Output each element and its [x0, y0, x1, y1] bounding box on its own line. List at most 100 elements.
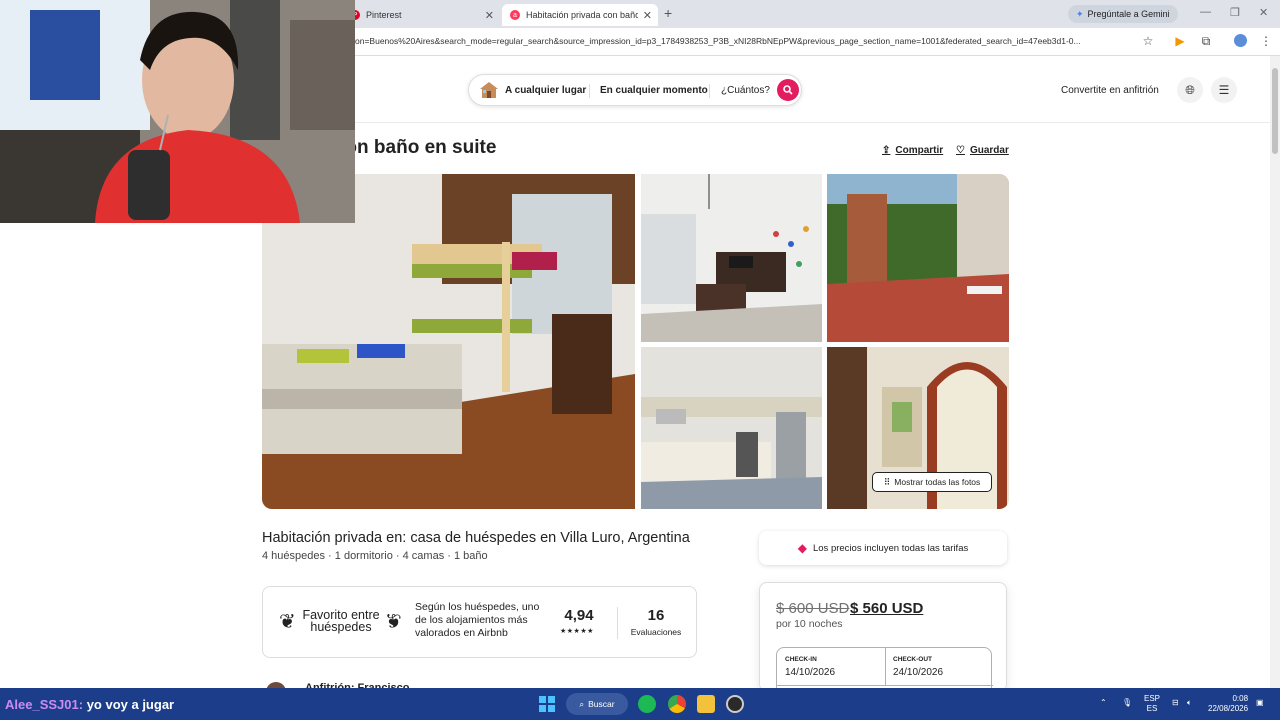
scroll-thumb[interactable] [1272, 68, 1278, 154]
network-icon[interactable]: ⊟ [1172, 698, 1179, 708]
obs-icon[interactable] [726, 695, 744, 713]
hamburger-menu-icon[interactable]: ☰ [1211, 77, 1237, 103]
tab-label: Pinterest [366, 10, 402, 20]
photo-patio[interactable] [827, 174, 1009, 342]
save-button[interactable]: ♡ Guardar [956, 145, 1009, 156]
house-icon [480, 82, 498, 98]
volume-icon[interactable]: 🔈︎ [1187, 698, 1192, 708]
divider [885, 648, 886, 685]
taskbar: Alee_SSJ01: yo voy a jugar ⌕ Buscar ⌃ 🎙︎… [0, 688, 1280, 720]
living-room-photo [641, 174, 822, 342]
guest-favorite-label: Favorito entre huéspedes [302, 608, 380, 634]
extensions-icon[interactable]: ⧉ [1198, 34, 1214, 50]
reviews-label[interactable]: Evaluaciones [629, 627, 683, 637]
share-icon: ⇪ [882, 145, 891, 156]
rating-stars: ★★★★★ [560, 628, 594, 635]
checkin-field[interactable]: CHECK-IN 14/10/2026 [785, 656, 835, 678]
listing-details: 4 huéspedes · 1 dormitorio · 4 camas · 1… [262, 550, 488, 562]
divider [709, 84, 710, 98]
menu-dots-icon[interactable]: ⋮ [1258, 34, 1274, 50]
lang-top: ESP [1144, 694, 1161, 703]
stream-chat-message: Alee_SSJ01: yo voy a jugar [5, 697, 174, 712]
clock-date: 22/08/2026 [1208, 704, 1249, 713]
patio-photo [827, 174, 1009, 342]
heart-icon: ♡ [956, 145, 965, 156]
search-when[interactable]: En cualquier momento [600, 85, 708, 96]
window-close-icon[interactable]: ✕ [1259, 6, 1268, 19]
chrome-icon[interactable] [668, 695, 686, 713]
per-nights: por 10 noches [776, 618, 843, 630]
date-picker[interactable]: CHECK-IN 14/10/2026 CHECK-OUT 24/10/2026 [776, 647, 993, 691]
divider [777, 685, 993, 686]
windows-start-icon[interactable] [538, 695, 556, 713]
tab-label: Habitación privada con baño en [526, 10, 638, 20]
profile-avatar[interactable] [1232, 34, 1248, 50]
webcam-overlay [0, 0, 355, 223]
file-explorer-icon[interactable] [697, 695, 715, 713]
new-price[interactable]: $ 560 USD [850, 600, 923, 617]
gemini-label: Pregúntale a Gemini [1087, 9, 1170, 19]
chat-username: Alee_SSJ01: [5, 697, 84, 712]
divider [617, 607, 618, 639]
divider [589, 84, 590, 98]
checkout-value: 24/10/2026 [893, 667, 944, 678]
guest-favorite-box: ❦ Favorito entre huéspedes ❦ Según los h… [262, 586, 697, 658]
listing-subtitle: Habitación privada en: casa de huéspedes… [262, 530, 690, 546]
taskbar-search-label: Buscar [588, 699, 615, 709]
photo-bedroom[interactable] [262, 174, 635, 509]
clock[interactable]: 0:08 22/08/2026 [1208, 694, 1248, 714]
photo-kitchen[interactable] [641, 347, 822, 509]
extension-play-icon[interactable]: ▶ [1172, 34, 1188, 50]
page-scrollbar[interactable] [1270, 56, 1280, 688]
laurel-left-icon: ❦ [279, 611, 296, 633]
search-icon: ⌕ [579, 698, 585, 709]
spotify-icon[interactable] [638, 695, 656, 713]
show-all-photos-button[interactable]: ⠿ Mostrar todas las fotos [872, 472, 992, 492]
reviews-count[interactable]: 16 [631, 607, 681, 624]
guest-favorite-description: Según los huéspedes, uno de los alojamie… [415, 601, 540, 639]
checkin-value: 14/10/2026 [785, 667, 836, 678]
share-button[interactable]: ⇪ Compartir [882, 145, 943, 156]
search-where[interactable]: A cualquier lugar [505, 85, 586, 96]
minimize-icon[interactable]: — [1200, 6, 1211, 18]
search-button[interactable] [777, 79, 799, 101]
close-icon[interactable]: ✕ [485, 9, 494, 22]
notification-icon[interactable]: ▣ [1256, 698, 1264, 708]
taskbar-search[interactable]: ⌕ Buscar [566, 693, 628, 715]
save-label: Guardar [969, 145, 1009, 156]
close-icon[interactable]: ✕ [643, 9, 652, 22]
new-tab-button[interactable]: + [664, 5, 672, 21]
search-icon [783, 85, 793, 95]
webcam-image [0, 0, 355, 223]
price-tag-icon: ◆ [797, 541, 807, 555]
checkout-field[interactable]: CHECK-OUT 24/10/2026 [893, 656, 943, 678]
old-price: $ 600 USD [776, 600, 850, 617]
share-label: Compartir [895, 145, 944, 156]
language-indicator[interactable]: ESP ES [1144, 694, 1160, 714]
price-note: ◆ Los precios incluyen todas las tarifas [759, 531, 1007, 565]
grid-icon: ⠿ [883, 476, 891, 487]
microphone-icon[interactable]: 🎙︎ [1122, 698, 1132, 708]
chevron-up-icon[interactable]: ⌃ [1100, 698, 1107, 708]
rating-value: 4,94 [564, 607, 594, 624]
laurel-right-icon: ❦ [385, 611, 402, 633]
checkout-label: CHECK-OUT [893, 656, 932, 663]
url-field[interactable]: on=Buenos%20Aires&search_mode=regular_se… [355, 36, 1135, 46]
tab-pinterest[interactable]: P Pinterest ✕ [342, 4, 500, 26]
chat-text: yo voy a jugar [86, 697, 175, 712]
airbnb-icon: a [510, 10, 520, 20]
gemini-button[interactable]: ✦ Pregúntale a Gemini [1068, 5, 1178, 23]
bookmark-star-icon[interactable]: ☆ [1140, 34, 1156, 50]
search-who[interactable]: ¿Cuántos? [721, 85, 770, 96]
lang-bottom: ES [1146, 704, 1158, 713]
photo-living-room[interactable] [641, 174, 822, 342]
search-bar[interactable]: A cualquier lugar En cualquier momento ¿… [468, 74, 802, 106]
globe-icon[interactable]: 🌐︎ [1177, 77, 1203, 103]
gemini-icon: ✦ [1076, 8, 1084, 19]
price-note-label: Los precios incluyen todas las tarifas [812, 542, 969, 554]
maximize-icon[interactable]: ❐ [1230, 6, 1240, 19]
become-host-link[interactable]: Convertite en anfitrión [1061, 85, 1159, 96]
show-all-photos-label: Mostrar todas las fotos [894, 477, 981, 487]
booking-card: $ 600 USD $ 560 USD por 10 noches CHECK-… [759, 582, 1007, 692]
tab-airbnb[interactable]: a Habitación privada con baño en ✕ [502, 4, 658, 26]
